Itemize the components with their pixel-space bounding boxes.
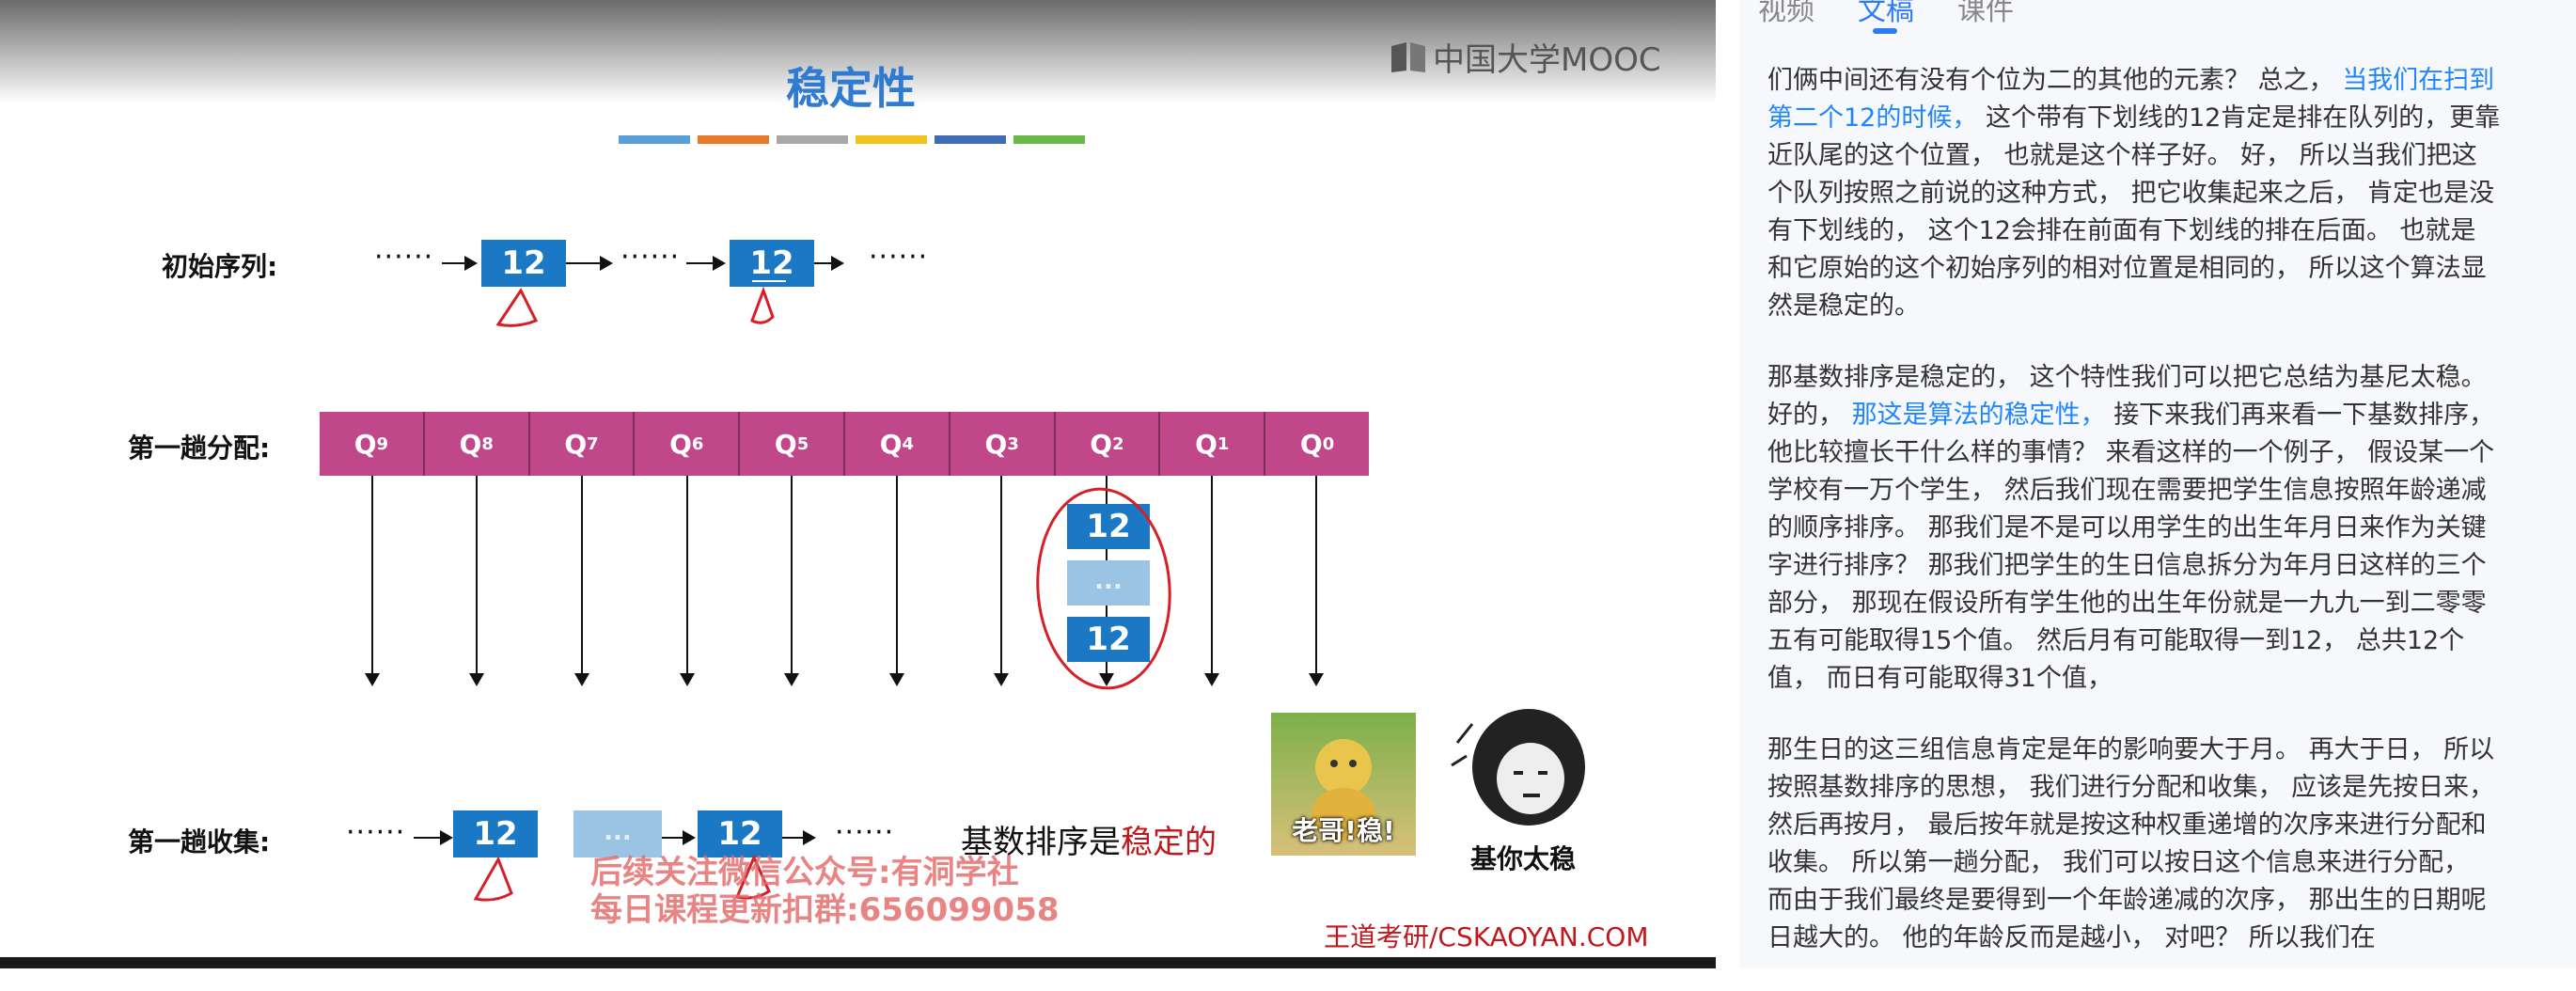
queue-cell-letter: Q <box>669 428 692 460</box>
queue-arrow-q6 <box>679 476 695 686</box>
queue-cell-letter: Q <box>1195 428 1217 460</box>
initial-dots-1: ······ <box>374 241 434 274</box>
watermark-line-2: 每日课程更新扣群:656099058 <box>590 891 1060 929</box>
first-collect-label: 第一趟收集: <box>128 826 271 857</box>
arrow <box>662 830 696 845</box>
note-emphasis: 稳定的 <box>1121 824 1217 861</box>
annotation-triangle <box>473 856 513 902</box>
tab-transcript[interactable]: 文稿 <box>1858 0 1914 34</box>
queue-arrow-q9 <box>364 476 380 686</box>
title-colorbar <box>619 135 1085 144</box>
collect-dots-2: ······ <box>835 816 895 849</box>
transcript-highlight[interactable]: 那这是算法的稳定性， <box>1852 401 2106 430</box>
arrow <box>814 256 844 271</box>
queue-cell-index: 3 <box>1007 433 1019 454</box>
transcript-paragraph: 那基数排序是稳定的， 这个特性我们可以把它总结为基尼太稳。 好的， 那这是算法的… <box>1767 359 2501 698</box>
first-distribute-label: 第一趟分配: <box>128 433 271 464</box>
colorbar-segment <box>935 135 1006 144</box>
arrow <box>782 830 816 845</box>
transcript-text-a: 们俩中间还有没有个位为二的其他的元素？ 总之， <box>1767 66 2334 95</box>
arrow <box>414 830 453 845</box>
queue-cell-q8: Q8 <box>425 412 530 476</box>
annotation-loop <box>750 286 775 324</box>
credit-text: 王道考研/CSKAOYAN.COM <box>1324 921 1649 952</box>
slide-title: 稳定性 <box>786 63 916 114</box>
queue-cell-index: 1 <box>1217 433 1230 454</box>
colorbar-segment <box>619 135 690 144</box>
queue-arrow-q0 <box>1309 476 1325 686</box>
queue-arrow-q5 <box>784 476 800 686</box>
queue-cell-index: 6 <box>691 433 704 454</box>
queue-cell-q9: Q9 <box>320 412 425 476</box>
queue-cell-index: 7 <box>587 433 599 454</box>
collect-node-12-a: 12 <box>453 810 538 857</box>
arrow <box>442 256 478 271</box>
queue-cell-letter: Q <box>879 428 903 460</box>
initial-dots-3: ······ <box>869 241 929 274</box>
queue-cell-q4: Q4 <box>845 412 950 476</box>
queue-cell-q7: Q7 <box>530 412 636 476</box>
queue-cell-q3: Q3 <box>950 412 1056 476</box>
face-icon <box>1451 709 1585 826</box>
collect-dots-1: ······ <box>346 816 406 849</box>
queue-cell-letter: Q <box>564 428 588 460</box>
meme-image-face: 基你太稳 <box>1438 686 1608 874</box>
logo-text: 中国大学MOOC <box>1433 41 1661 79</box>
queue-arrow-q1 <box>1203 476 1219 686</box>
queue-cell-q1: Q1 <box>1160 412 1266 476</box>
transcript-paragraph: 那生日的这三组信息肯定是年的影响要大于月。 再大于日， 所以按照基数排序的思想，… <box>1767 731 2501 957</box>
queue-bar: Q9Q8Q7Q6Q5Q4Q3Q2Q1Q0 <box>320 412 1369 476</box>
initial-node-12-a: 12 <box>481 240 566 287</box>
meme2-caption: 基你太稳 <box>1469 843 1576 874</box>
meme1-caption: 老哥!稳! <box>1292 815 1395 846</box>
meme-image-stable: 老哥!稳! <box>1271 713 1416 856</box>
arrow <box>686 256 726 271</box>
queue-cell-letter: Q <box>353 428 377 460</box>
book-icon <box>1391 41 1425 72</box>
queue-cell-letter: Q <box>1299 428 1323 460</box>
queue-cell-index: 5 <box>796 433 809 454</box>
colorbar-segment <box>698 135 769 144</box>
transcript-paragraph: 们俩中间还有没有个位为二的其他的元素？ 总之， 当我们在扫到第二个12的时候， … <box>1767 62 2501 325</box>
queue-cell-index: 4 <box>902 433 915 454</box>
queue-arrow-q4 <box>888 476 904 686</box>
annotation-triangle <box>495 288 539 327</box>
transcript-text-b: 这个带有下划线的12肯定是排在队列的，更靠近队尾的这个位置， 也就是这个样子好。… <box>1767 103 2501 321</box>
transcript-text-b: 接下来我们再来看一下基数排序， 他比较擅长干什么样的事情？ 来看这样的一个例子，… <box>1767 401 2495 693</box>
queue-cell-index: 8 <box>481 433 494 454</box>
queue-cell-letter: Q <box>984 428 1008 460</box>
mooc-logo: 中国大学MOOC <box>1390 34 1661 80</box>
transcript-text[interactable]: 们俩中间还有没有个位为二的其他的元素？ 总之， 当我们在扫到第二个12的时候， … <box>1767 62 2501 991</box>
queue-cell-letter: Q <box>774 428 797 460</box>
queue-cell-index: 9 <box>376 433 389 454</box>
queue-cell-letter: Q <box>459 428 482 460</box>
video-bottom-bar <box>0 957 1716 968</box>
panel-tabs: 视频 文稿 课件 <box>1758 0 2014 34</box>
queue-arrow-q7 <box>574 476 589 686</box>
colorbar-segment <box>1013 135 1085 144</box>
queue-cell-q6: Q6 <box>635 412 741 476</box>
tab-courseware[interactable]: 课件 <box>1957 0 2014 28</box>
initial-dots-2: ······ <box>620 241 681 274</box>
video-slide[interactable]: 中国大学MOOC 稳定性 初始序列: ······ 12 ······ 12 ·… <box>0 0 1716 968</box>
queue-cell-q0: Q0 <box>1265 412 1369 476</box>
annotation-circle <box>1036 487 1171 690</box>
queue-cell-index: 2 <box>1112 433 1124 454</box>
colorbar-segment <box>777 135 848 144</box>
transcript-text: 那生日的这三组信息肯定是年的影响要大于月。 再大于日， 所以按照基数排序的思想，… <box>1767 735 2495 952</box>
queue-cell-letter: Q <box>1090 428 1113 460</box>
queue-cell-index: 0 <box>1322 433 1335 454</box>
queue-arrow-q8 <box>469 476 485 686</box>
queue-arrow-q3 <box>994 476 1010 686</box>
colorbar-segment <box>856 135 927 144</box>
queue-cell-q2: Q2 <box>1056 412 1161 476</box>
arrow <box>566 256 613 271</box>
queue-cell-q5: Q5 <box>740 412 845 476</box>
tab-video[interactable]: 视频 <box>1758 0 1814 28</box>
initial-sequence-label: 初始序列: <box>162 251 278 282</box>
underline-mark <box>752 280 786 282</box>
